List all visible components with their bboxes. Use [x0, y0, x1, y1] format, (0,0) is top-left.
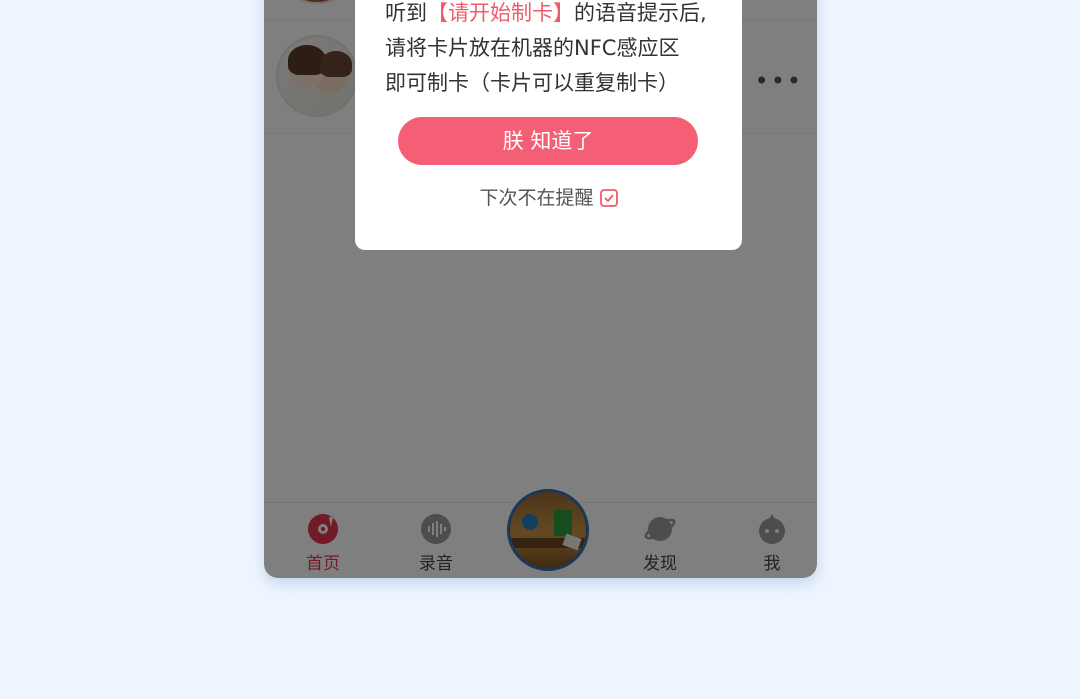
confirm-button[interactable]: 朕 知道了 [398, 117, 698, 165]
dont-remind-label: 下次不在提醒 [479, 187, 594, 209]
dialog-highlight: 【请开始制卡】 [427, 1, 574, 25]
dont-remind-option[interactable]: 下次不在提醒 [355, 184, 742, 212]
page: ••• 首页 [0, 0, 1080, 699]
dialog-line-3: 即可制卡（卡片可以重复制卡） [385, 71, 679, 95]
dialog-line-1-prefix: 听到 [385, 1, 427, 25]
nfc-hint-dialog: 听到【请开始制卡】的语音提示后, 请将卡片放在机器的NFC感应区 即可制卡（卡片… [355, 0, 742, 250]
dialog-line-1-suffix: 的语音提示后, [574, 1, 707, 25]
dialog-line-1: 听到【请开始制卡】的语音提示后, [385, 0, 735, 31]
dialog-line-2: 请将卡片放在机器的NFC感应区 [385, 36, 680, 60]
dialog-message: 听到【请开始制卡】的语音提示后, 请将卡片放在机器的NFC感应区 即可制卡（卡片… [385, 0, 735, 101]
checkbox-checked-icon[interactable] [599, 189, 618, 207]
